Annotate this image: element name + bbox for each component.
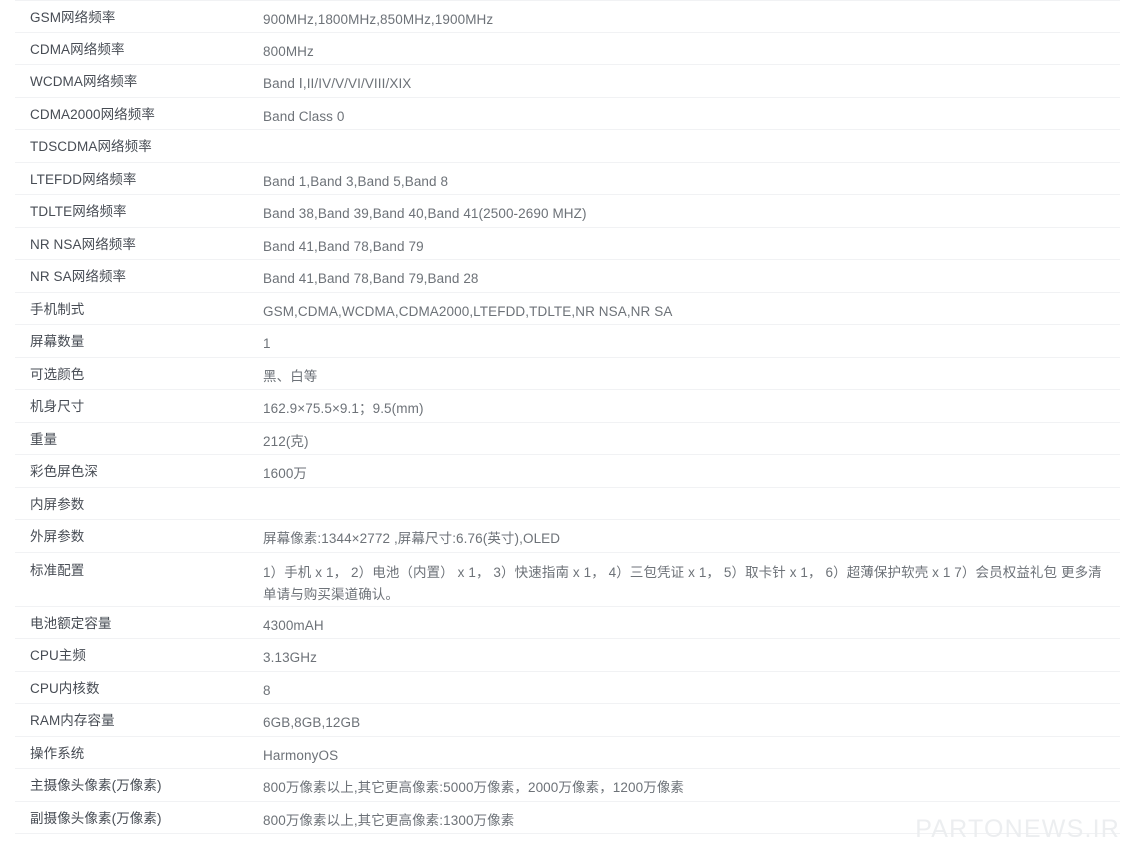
spec-label: NR SA网络频率	[30, 269, 127, 284]
spec-label: 彩色屏色深	[30, 464, 98, 479]
spec-value: 8	[263, 682, 271, 698]
spec-label: CPU主频	[30, 648, 87, 663]
table-row: GSM网络频率 900MHz,1800MHz,850MHz,1900MHz	[15, 0, 1120, 33]
table-row: 手机制式 GSM,CDMA,WCDMA,CDMA2000,LTEFDD,TDLTE…	[15, 293, 1120, 325]
spec-label: NR NSA网络频率	[30, 236, 137, 252]
spec-value: 212(克)	[263, 433, 309, 449]
spec-label: 外屏参数	[30, 529, 85, 544]
spec-label: 主摄像头像素(万像素)	[30, 778, 162, 793]
spec-value: 1）手机 x 1， 2）电池（内置） x 1， 3）快速指南 x 1， 4）三包…	[263, 564, 1102, 602]
spec-value: Band 1,Band 3,Band 5,Band 8	[263, 173, 449, 189]
spec-label: 标准配置	[30, 562, 85, 578]
table-row: 副摄像头像素(万像素) 800万像素以上,其它更高像素:1300万像素	[15, 802, 1120, 834]
spec-label: 可选颜色	[30, 366, 85, 382]
table-row: LTEFDD网络频率 Band 1,Band 3,Band 5,Band 8	[15, 163, 1120, 195]
table-row: CDMA2000网络频率 Band Class 0	[15, 98, 1120, 130]
table-row: 重量 212(克)	[15, 423, 1120, 455]
table-row: TDLTE网络频率 Band 38,Band 39,Band 40,Band 41…	[15, 195, 1120, 228]
table-row: NR SA网络频率 Band 41,Band 78,Band 79,Band 28	[15, 260, 1120, 293]
table-row: TDSCDMA网络频率	[15, 130, 1120, 163]
table-row: WCDMA网络频率 Band Ⅰ,II/IV/V/VI/VIII/XIX	[15, 65, 1120, 98]
spec-value: 3.13GHz	[263, 650, 317, 665]
spec-value: 800万像素以上,其它更高像素:1300万像素	[263, 812, 515, 828]
table-row: CPU内核数 8	[15, 672, 1120, 704]
spec-value: 4300mAH	[263, 617, 324, 633]
table-row: RAM内存容量 6GB,8GB,12GB	[15, 704, 1120, 737]
table-row: CDMA网络频率 800MHz	[15, 33, 1120, 65]
spec-value: GSM,CDMA,WCDMA,CDMA2000,LTEFDD,TDLTE,NR …	[263, 303, 673, 319]
table-row: CPU主频 3.13GHz	[15, 639, 1120, 672]
table-row: 屏幕数量 1	[15, 325, 1120, 358]
spec-label: 电池额定容量	[30, 615, 112, 631]
spec-label: CDMA网络频率	[30, 41, 125, 57]
spec-value: 162.9×75.5×9.1；9.5(mm)	[263, 401, 424, 416]
table-row: 可选颜色 黑、白等	[15, 358, 1120, 390]
spec-value: 1	[263, 336, 271, 351]
spec-label: 操作系统	[30, 745, 85, 761]
spec-value: Band 38,Band 39,Band 40,Band 41(2500-269…	[263, 206, 587, 221]
spec-value: Band Class 0	[263, 108, 345, 124]
table-row: 操作系统 HarmonyOS	[15, 737, 1120, 769]
spec-label: TDSCDMA网络频率	[30, 139, 152, 154]
table-row: NR NSA网络频率 Band 41,Band 78,Band 79	[15, 228, 1120, 260]
spec-label: GSM网络频率	[30, 10, 116, 25]
spec-value: 1600万	[263, 466, 308, 481]
spec-value: Band 41,Band 78,Band 79	[263, 238, 424, 254]
spec-value: 6GB,8GB,12GB	[263, 715, 361, 730]
spec-label: RAM内存容量	[30, 713, 115, 728]
spec-value: 800万像素以上,其它更高像素:5000万像素，2000万像素，1200万像素	[263, 780, 685, 795]
table-row: 电池额定容量 4300mAH	[15, 607, 1120, 639]
spec-label: 屏幕数量	[30, 334, 85, 349]
table-row: 主摄像头像素(万像素) 800万像素以上,其它更高像素:5000万像素，2000万…	[15, 769, 1120, 802]
spec-label: 机身尺寸	[30, 399, 85, 414]
spec-value: Band 41,Band 78,Band 79,Band 28	[263, 271, 479, 286]
spec-label: 内屏参数	[30, 496, 85, 512]
spec-value: Band Ⅰ,II/IV/V/VI/VIII/XIX	[263, 76, 412, 91]
table-row: 内屏参数	[15, 488, 1120, 520]
spec-value: 800MHz	[263, 43, 314, 59]
spec-value: HarmonyOS	[263, 747, 339, 763]
spec-value: 屏幕像素:1344×2772 ,屏幕尺寸:6.76(英寸),OLED	[263, 531, 561, 546]
table-row: 标准配置 1）手机 x 1， 2）电池（内置） x 1， 3）快速指南 x 1， …	[15, 553, 1120, 607]
table-row: 机身尺寸 162.9×75.5×9.1；9.5(mm)	[15, 390, 1120, 423]
spec-label: CDMA2000网络频率	[30, 106, 155, 122]
spec-label: CPU内核数	[30, 680, 100, 696]
spec-label: 副摄像头像素(万像素)	[30, 810, 162, 826]
spec-label: TDLTE网络频率	[30, 204, 127, 219]
spec-label: 重量	[30, 431, 58, 447]
spec-label: LTEFDD网络频率	[30, 171, 137, 187]
specification-table: GSM网络频率 900MHz,1800MHz,850MHz,1900MHz CDMA…	[0, 0, 1134, 834]
spec-value: 900MHz,1800MHz,850MHz,1900MHz	[263, 12, 494, 27]
table-row: 外屏参数 屏幕像素:1344×2772 ,屏幕尺寸:6.76(英寸),OLED	[15, 520, 1120, 553]
spec-label: 手机制式	[30, 301, 85, 317]
spec-label: WCDMA网络频率	[30, 74, 138, 89]
spec-value: 黑、白等	[263, 368, 318, 384]
table-row: 彩色屏色深 1600万	[15, 455, 1120, 488]
